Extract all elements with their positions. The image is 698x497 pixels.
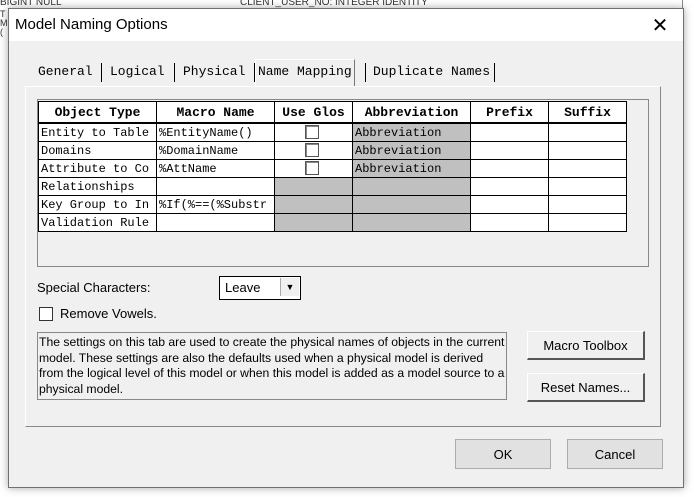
chevron-down-icon[interactable]: ▼ bbox=[280, 278, 299, 296]
table-row: Key Group to In %If(%==(%Substr bbox=[38, 195, 627, 214]
cell-object-type[interactable]: Attribute to Co bbox=[38, 159, 157, 178]
cell-object-type[interactable]: Entity to Table bbox=[38, 122, 157, 142]
header-macro-name[interactable]: Macro Name bbox=[156, 101, 275, 124]
cell-object-type[interactable]: Relationships bbox=[38, 177, 157, 196]
model-naming-options-dialog: Model Naming Options ✕ General Logical P… bbox=[8, 8, 684, 488]
cell-prefix[interactable] bbox=[470, 122, 549, 142]
cell-macro-name[interactable] bbox=[156, 213, 275, 232]
cell-suffix[interactable] bbox=[548, 141, 627, 160]
table-row: Validation Rule bbox=[38, 213, 627, 232]
cell-abbreviation bbox=[352, 195, 471, 214]
cell-prefix[interactable] bbox=[470, 195, 549, 214]
grid-header-row: Object Type Macro Name Use Glos Abbrevia… bbox=[38, 101, 627, 124]
remove-vowels-label[interactable]: Remove Vowels. bbox=[60, 306, 157, 321]
cell-use-glossary bbox=[274, 177, 353, 196]
cell-suffix[interactable] bbox=[548, 122, 627, 142]
cell-suffix[interactable] bbox=[548, 213, 627, 232]
tab-separator bbox=[365, 63, 366, 82]
tab-separator bbox=[174, 63, 175, 82]
tab-duplicate-names[interactable]: Duplicate Names bbox=[373, 61, 490, 83]
name-mapping-grid: Object Type Macro Name Use Glos Abbrevia… bbox=[38, 101, 627, 232]
cell-macro-name[interactable]: %AttName bbox=[156, 159, 275, 178]
cell-macro-name[interactable]: %EntityName() bbox=[156, 122, 275, 142]
use-glossary-checkbox[interactable] bbox=[305, 161, 319, 176]
tab-general[interactable]: General bbox=[38, 61, 93, 83]
cell-prefix[interactable] bbox=[470, 141, 549, 160]
cell-prefix[interactable] bbox=[470, 213, 549, 232]
close-icon[interactable]: ✕ bbox=[637, 9, 683, 41]
cell-suffix[interactable] bbox=[548, 177, 627, 196]
table-row: Entity to Table %EntityName() Abbreviati… bbox=[38, 122, 627, 142]
cell-prefix[interactable] bbox=[470, 177, 549, 196]
cell-use-glossary bbox=[274, 213, 353, 232]
tab-logical[interactable]: Logical bbox=[110, 61, 165, 83]
cell-prefix[interactable] bbox=[470, 159, 549, 178]
special-characters-value: Leave bbox=[225, 280, 261, 295]
cell-abbreviation[interactable]: Abbreviation bbox=[352, 159, 471, 178]
cell-suffix[interactable] bbox=[548, 159, 627, 178]
cancel-button[interactable]: Cancel bbox=[567, 439, 663, 469]
cell-abbreviation[interactable]: Abbreviation bbox=[352, 122, 471, 142]
cell-abbreviation bbox=[352, 213, 471, 232]
macro-toolbox-button[interactable]: Macro Toolbox bbox=[527, 331, 645, 360]
header-suffix[interactable]: Suffix bbox=[548, 101, 627, 124]
background-window-edge bbox=[682, 0, 698, 320]
cell-macro-name[interactable]: %If(%==(%Substr bbox=[156, 195, 275, 214]
header-use-glossary[interactable]: Use Glos bbox=[274, 101, 353, 124]
background-text-left: BIGINT NULL bbox=[0, 0, 62, 8]
description-text: The settings on this tab are used to cre… bbox=[37, 332, 507, 400]
table-row: Domains %DomainName Abbreviation bbox=[38, 141, 627, 160]
header-abbreviation[interactable]: Abbreviation bbox=[352, 101, 471, 124]
background-text-mid: CLIENT_USER_NO: INTEGER IDENTITY bbox=[240, 0, 428, 8]
cell-use-glossary bbox=[274, 141, 353, 160]
header-prefix[interactable]: Prefix bbox=[470, 101, 549, 124]
cell-abbreviation bbox=[352, 177, 471, 196]
reset-names-button[interactable]: Reset Names... bbox=[527, 373, 645, 402]
cell-use-glossary bbox=[274, 159, 353, 178]
cell-object-type[interactable]: Domains bbox=[38, 141, 157, 160]
tab-physical[interactable]: Physical bbox=[183, 61, 245, 83]
tab-separator bbox=[101, 63, 102, 82]
cell-macro-name[interactable] bbox=[156, 177, 275, 196]
remove-vowels-checkbox[interactable] bbox=[39, 307, 53, 321]
cell-use-glossary bbox=[274, 195, 353, 214]
cell-object-type[interactable]: Validation Rule bbox=[38, 213, 157, 232]
title-bar: Model Naming Options ✕ bbox=[9, 9, 683, 41]
tab-name-mapping[interactable]: Name Mapping bbox=[255, 59, 355, 86]
ok-button[interactable]: OK bbox=[455, 439, 551, 469]
cell-abbreviation[interactable]: Abbreviation bbox=[352, 141, 471, 160]
special-characters-label: Special Characters: bbox=[37, 280, 151, 295]
cell-use-glossary bbox=[274, 122, 353, 142]
table-row: Relationships bbox=[38, 177, 627, 196]
tab-separator bbox=[494, 63, 495, 82]
header-object-type[interactable]: Object Type bbox=[38, 101, 157, 124]
use-glossary-checkbox[interactable] bbox=[305, 125, 319, 140]
table-row: Attribute to Co %AttName Abbreviation bbox=[38, 159, 627, 178]
cell-object-type[interactable]: Key Group to In bbox=[38, 195, 157, 214]
dialog-title: Model Naming Options bbox=[15, 16, 168, 33]
special-characters-select[interactable]: Leave ▼ bbox=[219, 276, 301, 300]
cell-suffix[interactable] bbox=[548, 195, 627, 214]
use-glossary-checkbox[interactable] bbox=[305, 143, 319, 158]
cell-macro-name[interactable]: %DomainName bbox=[156, 141, 275, 160]
